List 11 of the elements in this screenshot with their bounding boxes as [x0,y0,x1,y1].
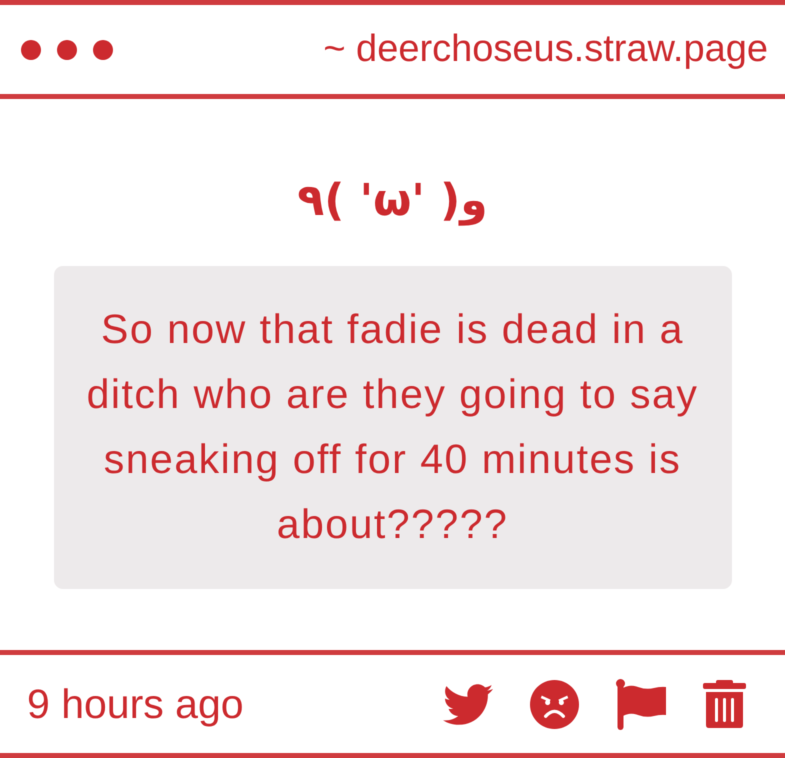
site-url: ~ deerchoseus.straw.page [323,28,768,71]
message-text: So now that fadie is dead in a ditch who are they going to say sneaking off for 40 minutes is about????? [86,305,700,549]
dot-icon [21,40,41,60]
angry-face-icon[interactable] [530,680,579,728]
dot-icon [57,40,77,60]
flag-icon[interactable] [616,678,666,730]
trash-icon[interactable] [703,680,746,728]
kaomoji-title: ٩( 'ω' )و [297,174,488,228]
timestamp: 9 hours ago [27,680,244,728]
bird-icon[interactable] [443,684,493,724]
dot-icon [93,40,113,60]
